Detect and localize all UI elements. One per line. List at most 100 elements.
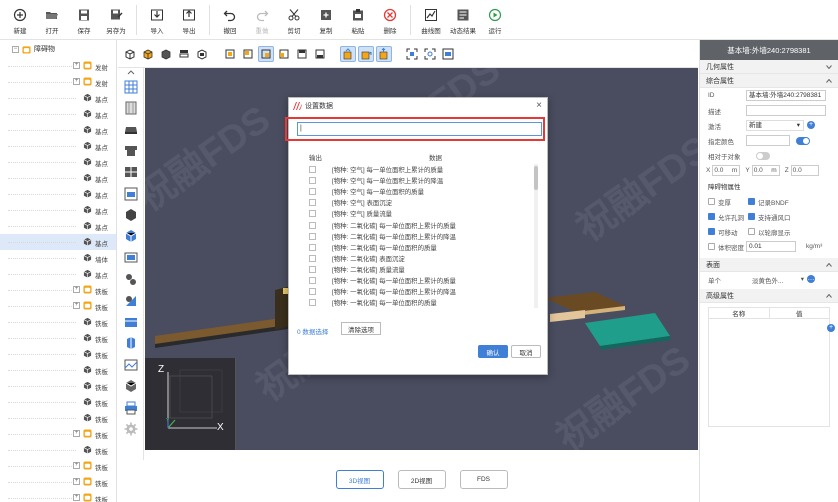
tree-row[interactable]: 基点 (0, 186, 116, 202)
tree-row[interactable]: 基点 (0, 154, 116, 170)
axis-y-button[interactable] (358, 45, 374, 62)
cancel-button[interactable]: 取消 (511, 345, 541, 358)
slab-tool[interactable] (121, 119, 141, 140)
tree-row[interactable]: 铁板 (0, 362, 116, 378)
output-checkbox[interactable] (309, 265, 316, 273)
tree-row[interactable]: 基点 (0, 90, 116, 106)
checkbox[interactable] (708, 228, 715, 235)
room-tool[interactable] (121, 375, 141, 396)
activate-select[interactable]: 新建 ▾ (746, 120, 804, 131)
list-item[interactable]: [物种: 一氧化碳] 每一单位面积上累计的质量 (307, 275, 456, 286)
output-checkbox[interactable] (309, 299, 316, 307)
grid-tool[interactable] (121, 76, 141, 97)
list-item[interactable]: [物种: 二氧化碳] 表面沉淀 (307, 253, 405, 264)
add-surface-button[interactable]: … (807, 275, 815, 283)
tree-row[interactable]: + 铁板 (0, 458, 116, 474)
id-field[interactable]: 基本墙:外墙240:2798381 (746, 90, 826, 101)
particle-tool[interactable] (121, 269, 141, 290)
tree-row[interactable]: 铁板 (0, 378, 116, 394)
surface-select[interactable]: 淡黄色外... ▾ (752, 275, 804, 285)
relative-toggle[interactable] (756, 152, 770, 160)
expand-icon[interactable]: + (73, 78, 80, 85)
toolbar-button-save-as[interactable]: 另存为 (100, 0, 132, 40)
toolbar-button-play[interactable]: 运行 (479, 0, 511, 40)
confirm-button[interactable]: 确认 (478, 345, 508, 358)
list-item[interactable]: [物种: 二氧化碳] 每一单位面积上累计的降温 (307, 231, 456, 242)
prop-check[interactable]: 记录BNDF (748, 197, 789, 207)
list-item[interactable]: [物种: 空气] 每一单位面积的质量 (307, 186, 424, 197)
toolbar-button-import[interactable]: 导入 (141, 0, 173, 40)
checkbox[interactable] (748, 198, 755, 205)
tree-row[interactable]: 基点 (0, 138, 116, 154)
fds-view-button[interactable] (440, 46, 456, 62)
view-tab[interactable]: 2D视图 (397, 470, 446, 489)
prop-check[interactable]: 支持通风口 (748, 212, 791, 222)
box-view-button[interactable] (194, 46, 210, 62)
wireframe-cube-button[interactable] (122, 46, 138, 62)
list-item[interactable]: [物种: 一氧化碳] 每一单位面积的质量 (307, 297, 437, 308)
desc-field[interactable] (746, 105, 826, 116)
view-back-button[interactable] (240, 46, 256, 62)
tree-row[interactable]: 墙体 (0, 250, 116, 266)
block-tool[interactable] (121, 204, 141, 225)
toolbar-button-line-chart[interactable]: 曲线图 (415, 0, 447, 40)
tree-row[interactable]: + 铁板 (0, 474, 116, 490)
expand-icon[interactable]: + (73, 478, 80, 485)
output-checkbox[interactable] (309, 254, 316, 262)
axis-x-button[interactable] (340, 45, 356, 62)
section-general[interactable]: 综合属性 (700, 74, 838, 88)
view-tab[interactable]: FDS (459, 470, 508, 489)
output-checkbox[interactable] (309, 166, 316, 173)
output-checkbox[interactable] (309, 199, 316, 207)
view-left-button[interactable] (258, 45, 274, 62)
checkbox[interactable] (748, 213, 755, 220)
tree-row[interactable]: 基点 (0, 106, 116, 122)
color-toggle[interactable] (796, 137, 810, 145)
tree-row[interactable]: + 铁板 (0, 426, 116, 442)
layers-button[interactable] (176, 46, 192, 62)
view-top-button[interactable] (294, 46, 310, 62)
tree-row[interactable]: 基点 (0, 122, 116, 138)
tree-row[interactable]: 铁板 (0, 394, 116, 410)
axis-z-button[interactable] (376, 45, 392, 62)
list-item[interactable]: [物种: 二氧化碳] 每一单位面积的质量 (307, 242, 437, 253)
toolbar-button-save[interactable]: 保存 (68, 0, 100, 40)
tree-root[interactable]: − 障碍物 (0, 40, 116, 58)
tree-row[interactable]: + 发射 (0, 58, 116, 74)
add-activate-button[interactable]: + (807, 121, 815, 129)
checkbox[interactable] (708, 198, 715, 205)
list-item[interactable]: [物种: 空气] 质量流量 (307, 208, 392, 219)
section-geometry[interactable]: 几何属性 (700, 60, 838, 74)
clear-selection-button[interactable]: 清除选项 (341, 322, 381, 335)
tree-row[interactable]: 基点 (0, 234, 116, 250)
expand-icon[interactable]: + (73, 62, 80, 69)
z-field[interactable]: 0.0 (790, 165, 819, 176)
dialog-search-input[interactable]: | (297, 122, 542, 136)
color-picker[interactable] (746, 135, 790, 146)
view-bottom-button[interactable] (312, 46, 328, 62)
list-item[interactable]: [物种: 空气] 每一单位面积上累计的质量 (307, 164, 443, 175)
x-field[interactable]: 0.0 m (712, 165, 741, 176)
list-item[interactable]: [物种: 二氧化碳] 每一单位面积上累计的质量 (307, 220, 456, 231)
toolbar-button-dynamic-result[interactable]: 动态结果 (447, 0, 479, 40)
tree-row[interactable]: 基点 (0, 218, 116, 234)
tree-row[interactable]: 基点 (0, 202, 116, 218)
tree-row[interactable]: + 铁板 (0, 282, 116, 298)
tree-row[interactable]: + 发射 (0, 74, 116, 90)
expand-icon[interactable]: + (73, 494, 80, 501)
output-checkbox[interactable] (309, 288, 316, 296)
prop-check[interactable]: 变厚 (708, 197, 731, 207)
vent-tool[interactable] (121, 140, 141, 161)
terrain-tool[interactable] (121, 354, 141, 375)
prop-check[interactable]: 允许孔洞 (708, 212, 744, 222)
wall-tool[interactable] (121, 97, 141, 118)
dialog-scrollbar[interactable] (534, 164, 538, 308)
tree-row[interactable]: + 铁板 (0, 298, 116, 314)
output-checkbox[interactable] (309, 232, 316, 240)
toolbar-button-folder-open[interactable]: 打开 (36, 0, 68, 40)
output-checkbox[interactable] (309, 277, 316, 284)
output-checkbox[interactable] (309, 188, 316, 196)
zoom-fit-button[interactable] (404, 46, 420, 62)
view-tab[interactable]: 3D视图 (335, 470, 384, 489)
output-checkbox[interactable] (309, 221, 316, 229)
